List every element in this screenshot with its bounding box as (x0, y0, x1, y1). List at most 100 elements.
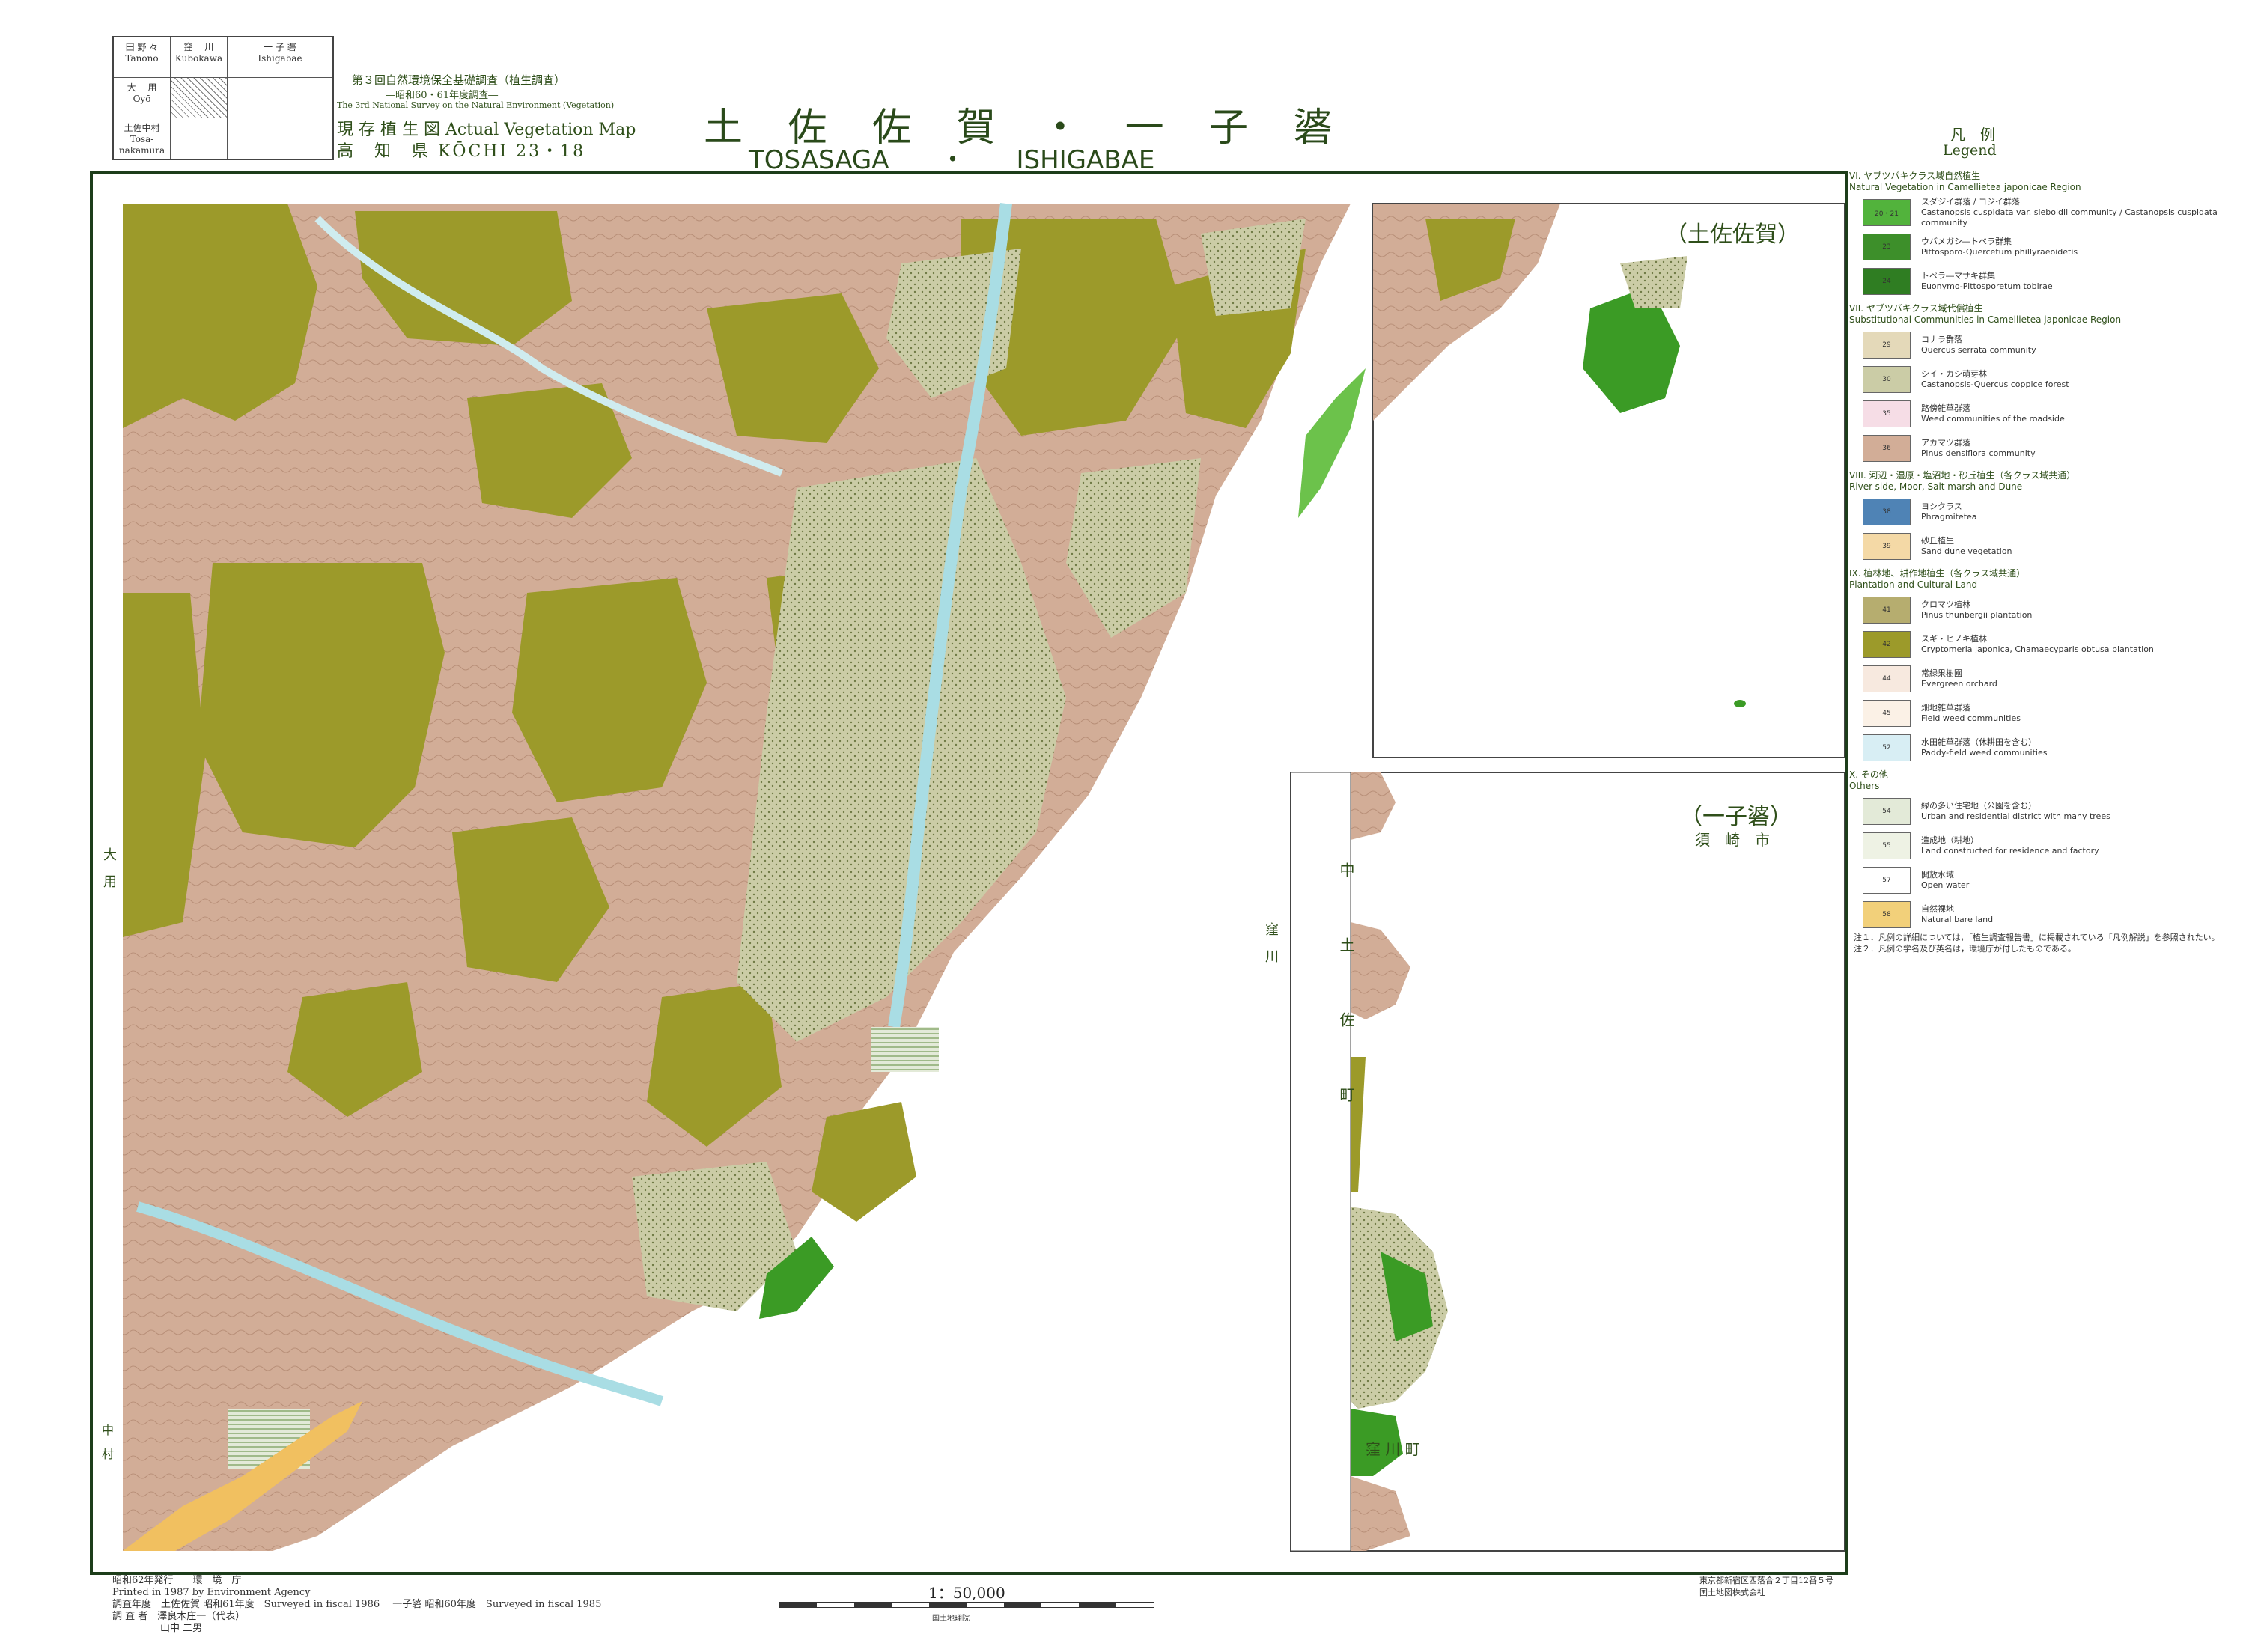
legend-section-title: X. その他 Others (1849, 769, 1888, 791)
legend-swatch: 29 (1863, 332, 1911, 359)
legend-label: スギ・ヒノキ植林 Cryptomeria japonica, Chamaecyp… (1921, 634, 2154, 654)
legend-swatch: 41 (1863, 597, 1911, 624)
investigators-line: 調 査 者 澤良木庄一（代表） (112, 1611, 246, 1622)
legend-section-title: VI. ヤブツバキクラス域自然植生 Natural Vegetation in … (1849, 171, 2081, 192)
published-jp: 昭和62年発行 環 境 庁 (112, 1575, 242, 1586)
index-cell-jp: 田 野 々 (125, 42, 159, 52)
legend-swatch: 45 (1863, 700, 1911, 727)
index-cell-jp: 大 用 (127, 82, 157, 93)
legend-label: 常緑果樹園 Evergreen orchard (1921, 668, 1997, 689)
index-cell-tosa-nakamura: 土佐中村 Tosa-nakamura (114, 118, 171, 159)
legend-swatch: 30 (1863, 366, 1911, 393)
legend-section-title: VIII. 河辺・湿原・塩沼地・砂丘植生（各クラス域共通） River-side… (1849, 470, 2076, 492)
legend-label: 造成地（耕地） Land constructed for residence a… (1921, 835, 2099, 856)
legend-label: 自然裸地 Natural bare land (1921, 904, 1994, 924)
vegetation-map[interactable]: （土佐佐賀） （一子碆） 須 崎 市 大 用 窪 川 中 土 佐 町 窪 川 町… (90, 171, 1848, 1575)
legend-swatch: 54 (1863, 798, 1911, 825)
legend-item: 44 常緑果樹園 Evergreen orchard (1863, 662, 2239, 696)
legend-swatch: 57 (1863, 867, 1911, 894)
place-label-kubokawa: 窪 川 (1263, 922, 1279, 963)
legend-item: 42 スギ・ヒノキ植林 Cryptomeria japonica, Chamaec… (1863, 627, 2239, 662)
investigators-line-2: 山中 二男 (160, 1623, 203, 1634)
legend-item: 29 コナラ群落 Quercus serrata community (1863, 328, 2239, 362)
index-sheet-grid: 田 野 々 Tanono 窪 川 Kubokawa 一 子 碆 Ishigaba… (112, 36, 334, 160)
legend-heading-en: Legend (1943, 142, 1997, 159)
map-type: 現 存 植 生 図 Actual Vegetation Map (337, 121, 636, 139)
inset-tosasaga (1372, 203, 1845, 758)
printer-name: 国土地図株式会社 (1699, 1588, 1765, 1597)
index-cell-en: Ishigabae (258, 53, 302, 64)
index-cell-kubokawa: 窪 川 Kubokawa (171, 37, 228, 78)
survey-title: 第３回自然環境保全基礎調査（植生調査） (352, 73, 566, 87)
index-cell-ishigabae: 一 子 碆 Ishigabae (228, 37, 332, 78)
legend-item: 20・21 スダジイ群落 / コジイ群落 Castanopsis cuspidat… (1863, 195, 2239, 230)
footer-printer: 東京都新宿区西落合２丁目12番５号 国土地図株式会社 (1699, 1575, 1833, 1599)
legend-item: 23 ウバメガシ―トベラ群集 Pittosporo-Quercetum phill… (1863, 230, 2239, 264)
legend-item: 30 シイ・カシ萌芽林 Castanopsis-Quercus coppice f… (1863, 362, 2239, 397)
legend-label: スダジイ群落 / コジイ群落 Castanopsis cuspidata var… (1921, 197, 2218, 228)
prefecture-code: 高 知 県 KŌCHI 23・18 (337, 142, 586, 161)
legend-section-title: IX. 植林地、耕作地植生（各クラス域共通） Plantation and Cu… (1849, 568, 2026, 590)
legend-item: 58 自然裸地 Natural bare land (1863, 897, 2239, 932)
place-label-kubokawa-town: 窪 川 町 (1366, 1440, 1420, 1458)
legend-label: シイ・カシ萌芽林 Castanopsis-Quercus coppice for… (1921, 369, 2069, 389)
legend-item: 39 砂丘植生 Sand dune vegetation (1863, 529, 2239, 564)
index-cell-jp: 土佐中村 (124, 123, 160, 133)
legend-item: 35 路傍雑草群落 Weed communities of the roadsid… (1863, 397, 2239, 431)
place-label-nakamura: 中 村 (100, 1424, 114, 1460)
coppice-forest-area (1201, 219, 1306, 316)
legend-item: 41 クロマツ植林 Pinus thunbergii plantation (1863, 593, 2239, 627)
legend-item: 55 造成地（耕地） Land constructed for residence… (1863, 829, 2239, 863)
legend-swatch: 42 (1863, 631, 1911, 658)
legend-label: アカマツ群落 Pinus densiflora community (1921, 438, 2036, 458)
printer-address: 東京都新宿区西落合２丁目12番５号 (1699, 1576, 1833, 1585)
inset-islet (1734, 700, 1746, 707)
index-cell-oyo: 大 用 Ōyō (114, 78, 171, 118)
map-canvas[interactable] (93, 174, 1845, 1572)
legend-swatch: 38 (1863, 499, 1911, 525)
legend-label: トベラ―マサキ群集 Euonymo-Pittosporetum tobirae (1921, 271, 2053, 291)
legend-panel: VI. ヤブツバキクラス域自然植生 Natural Vegetation in … (1849, 166, 2239, 954)
legend-item: 36 アカマツ群落 Pinus densiflora community (1863, 431, 2239, 466)
natural-forest-strip (1298, 368, 1366, 518)
legend-swatch: 36 (1863, 435, 1911, 462)
legend-heading-jp: 凡 例 (1950, 126, 1995, 144)
legend-label: 砂丘植生 Sand dune vegetation (1921, 536, 2012, 556)
scale-bar (779, 1602, 1154, 1608)
main-map-area (123, 203, 1366, 1551)
legend-swatch: 23 (1863, 234, 1911, 260)
legend-swatch: 35 (1863, 400, 1911, 427)
survey-year-line: 調査年度 土佐佐賀 昭和61年度 Surveyed in fiscal 1986… (112, 1599, 602, 1610)
legend-item: 57 開放水域 Open water (1863, 863, 2239, 897)
legend-label: ウバメガシ―トベラ群集 Pittosporo-Quercetum phillyr… (1921, 237, 2078, 257)
legend-swatch: 24 (1863, 268, 1911, 295)
index-cell-en: Tosa-nakamura (118, 134, 165, 156)
index-cell-en: Tanono (125, 53, 159, 64)
legend-label: 路傍雑草群落 Weed communities of the roadside (1921, 403, 2065, 424)
legend-swatch: 52 (1863, 734, 1911, 761)
footer-publisher: 昭和62年発行 環 境 庁 Printed in 1987 by Environ… (112, 1575, 601, 1635)
scale-note: 国土地理院 (932, 1615, 970, 1623)
legend-note: 注２．凡例の学名及び英名は，環境庁が付したものである。 (1854, 944, 2076, 954)
legend-swatch: 55 (1863, 832, 1911, 859)
index-cell-en: Kubokawa (174, 53, 223, 64)
legend-label: ヨシクラス Phragmitetea (1921, 502, 1977, 522)
legend-label: 緑の多い住宅地（公園を含む） Urban and residential dis… (1921, 801, 2110, 821)
index-cell-jp: 窪 川 (183, 42, 214, 52)
place-label-nakatosa: 中 土 佐 町 (1337, 862, 1355, 1124)
place-label-oyo: 大 用 (101, 847, 117, 888)
index-cell-empty (228, 118, 332, 159)
inset-label-ishigabae: （一子碆） (1680, 804, 1792, 830)
legend-label: コナラ群落 Quercus serrata community (1921, 335, 2036, 355)
plantation-patch (812, 1102, 916, 1222)
legend-item: 52 水田雑草群落（休耕田を含む） Paddy-field weed commun… (1863, 731, 2239, 765)
legend-item: 38 ヨシクラス Phragmitetea (1863, 495, 2239, 529)
legend-swatch: 39 (1863, 533, 1911, 560)
legend-swatch: 58 (1863, 901, 1911, 928)
scale-label: 1：50,000 (928, 1584, 1005, 1602)
legend-item: 45 畑地雑草群落 Field weed communities (1863, 696, 2239, 731)
index-cell-empty (171, 118, 228, 159)
index-cell-en: Ōyō (133, 94, 151, 104)
legend-item: 24 トベラ―マサキ群集 Euonymo-Pittosporetum tobira… (1863, 264, 2239, 299)
legend-item: 54 緑の多い住宅地（公園を含む） Urban and residential d… (1863, 794, 2239, 829)
